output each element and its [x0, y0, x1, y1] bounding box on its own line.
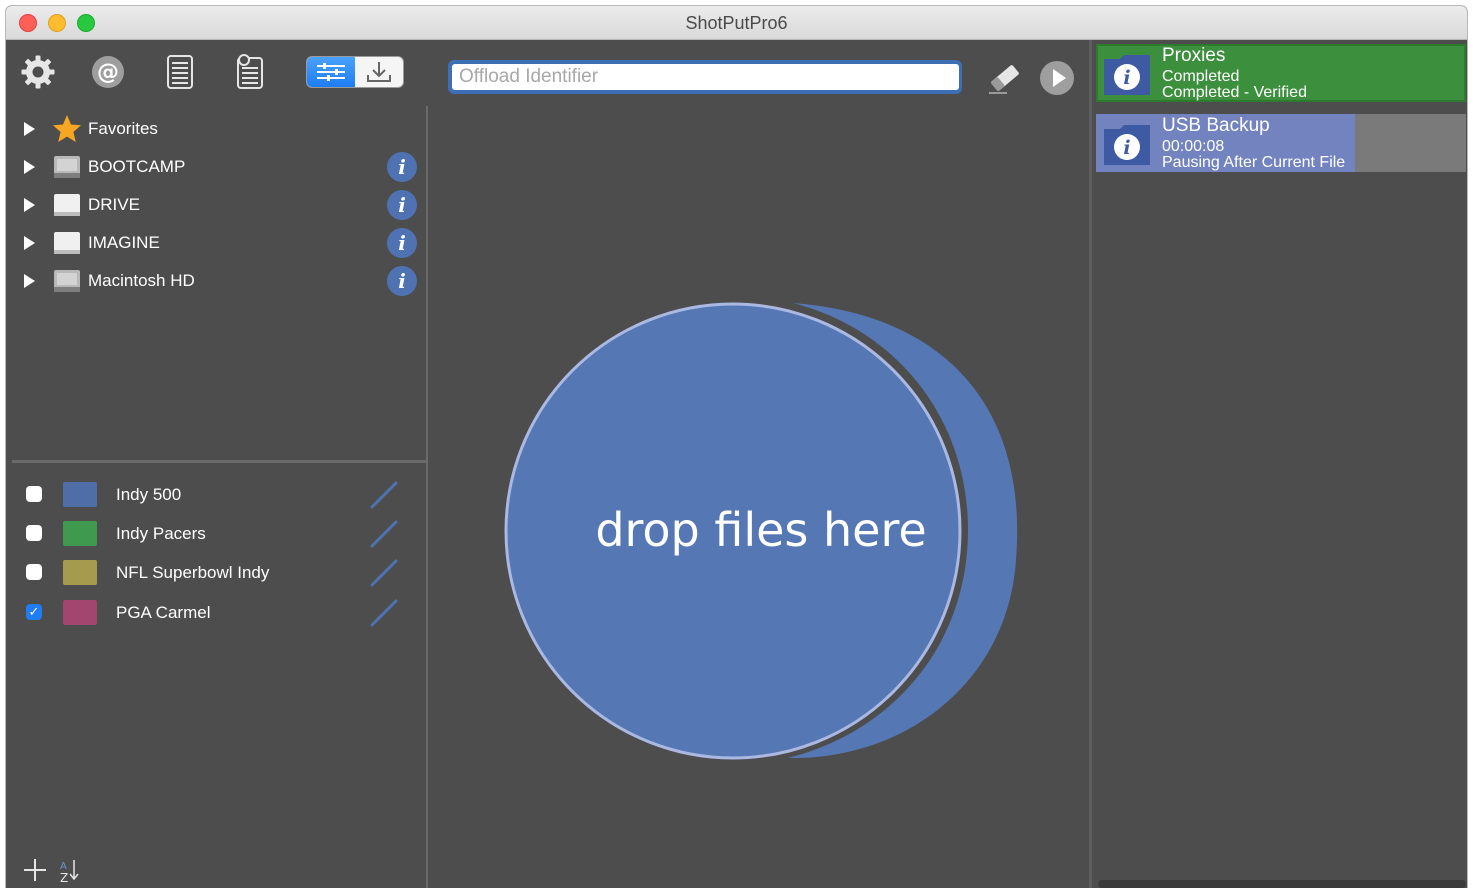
svg-text:i: i — [1123, 67, 1130, 89]
sidebar-item-macintosh-hd[interactable]: Macintosh HD i — [6, 263, 426, 299]
disclosure-triangle-icon[interactable] — [24, 236, 35, 250]
disclosure-triangle-icon[interactable] — [24, 122, 35, 136]
gear-icon[interactable] — [20, 54, 56, 90]
svg-text:@: @ — [97, 60, 119, 85]
internal-drive-icon — [52, 266, 82, 296]
main-area: drop files here — [428, 40, 1086, 888]
project-label: Indy Pacers — [116, 524, 206, 543]
project-item-pga-carmel[interactable]: ✓ PGA Carmel — [6, 594, 426, 630]
svg-text:Z: Z — [60, 871, 68, 884]
download-icon[interactable] — [355, 57, 403, 87]
title-bar: ShotPutPro6 — [6, 6, 1467, 40]
job-detail: Completed - Verified — [1162, 84, 1307, 101]
info-icon[interactable]: i — [387, 190, 417, 220]
horizontal-scrollbar[interactable] — [1098, 880, 1466, 888]
internal-drive-icon — [52, 152, 82, 182]
project-checkbox[interactable] — [26, 564, 42, 580]
svg-text:i: i — [1123, 137, 1130, 159]
job-queue: i Proxies Completed Completed - Verified… — [1089, 40, 1467, 888]
info-folder-icon[interactable]: i — [1102, 51, 1152, 97]
edit-pencil-icon[interactable] — [368, 557, 400, 589]
project-tools: A Z — [24, 856, 104, 888]
info-icon[interactable]: i — [387, 266, 417, 296]
project-label: PGA Carmel — [116, 603, 211, 622]
project-color-swatch[interactable] — [63, 560, 97, 585]
external-drive-icon — [52, 190, 82, 220]
sidebar-item-drive[interactable]: DRIVE i — [6, 187, 426, 223]
star-icon — [52, 114, 82, 144]
project-checkbox[interactable] — [26, 525, 42, 541]
info-icon[interactable]: i — [387, 228, 417, 258]
project-item-indy-500[interactable]: Indy 500 — [6, 476, 426, 512]
project-checkbox[interactable]: ✓ — [26, 604, 42, 620]
project-checkbox[interactable] — [26, 486, 42, 502]
mode-toggle[interactable] — [307, 57, 403, 87]
split-divider[interactable] — [12, 460, 426, 463]
sliders-icon[interactable] — [307, 57, 355, 87]
info-folder-icon[interactable]: i — [1102, 121, 1152, 167]
job-item-usb-backup[interactable]: i USB Backup 00:00:08 Pausing After Curr… — [1096, 114, 1466, 172]
sidebar-item-label: BOOTCAMP — [88, 157, 186, 176]
edit-pencil-icon[interactable] — [368, 518, 400, 550]
drop-zone-label: drop files here — [595, 503, 926, 557]
sidebar-item-favorites[interactable]: Favorites — [6, 111, 426, 147]
sort-az-icon[interactable]: A Z — [60, 860, 79, 885]
job-detail: Pausing After Current File — [1162, 154, 1346, 171]
project-label: NFL Superbowl Indy — [116, 563, 270, 582]
edit-pencil-icon[interactable] — [368, 597, 400, 629]
sidebar-item-label: Favorites — [88, 119, 158, 138]
drop-zone[interactable]: drop files here — [428, 40, 1086, 888]
sidebar-item-label: IMAGINE — [88, 233, 160, 252]
sidebar-item-label: Macintosh HD — [88, 271, 195, 290]
job-item-proxies[interactable]: i Proxies Completed Completed - Verified — [1096, 44, 1466, 102]
project-color-swatch[interactable] — [63, 482, 97, 507]
info-icon[interactable]: i — [387, 152, 417, 182]
project-color-swatch[interactable] — [63, 600, 97, 625]
job-title: Proxies — [1162, 45, 1226, 66]
disclosure-triangle-icon[interactable] — [24, 160, 35, 174]
sidebar-item-label: DRIVE — [88, 195, 140, 214]
project-item-nfl-superbowl-indy[interactable]: NFL Superbowl Indy — [6, 554, 426, 590]
report-settings-icon[interactable] — [232, 54, 268, 90]
app-window: ShotPutPro6 @ Favorites BOOTCAMP i DRIVE… — [6, 6, 1467, 888]
report-icon[interactable] — [162, 54, 198, 90]
project-label: Indy 500 — [116, 485, 182, 504]
job-title: USB Backup — [1162, 115, 1270, 136]
sidebar-item-imagine[interactable]: IMAGINE i — [6, 225, 426, 261]
window-title: ShotPutPro6 — [685, 13, 788, 33]
disclosure-triangle-icon[interactable] — [24, 198, 35, 212]
sidebar: @ Favorites BOOTCAMP i DRIVE i IMAGINE i… — [6, 40, 426, 888]
project-color-swatch[interactable] — [63, 521, 97, 546]
disclosure-triangle-icon[interactable] — [24, 274, 35, 288]
external-drive-icon — [52, 228, 82, 258]
sidebar-item-bootcamp[interactable]: BOOTCAMP i — [6, 149, 426, 185]
edit-pencil-icon[interactable] — [368, 479, 400, 511]
project-item-indy-pacers[interactable]: Indy Pacers — [6, 515, 426, 551]
plus-icon[interactable] — [24, 859, 46, 881]
at-icon[interactable]: @ — [90, 54, 126, 90]
